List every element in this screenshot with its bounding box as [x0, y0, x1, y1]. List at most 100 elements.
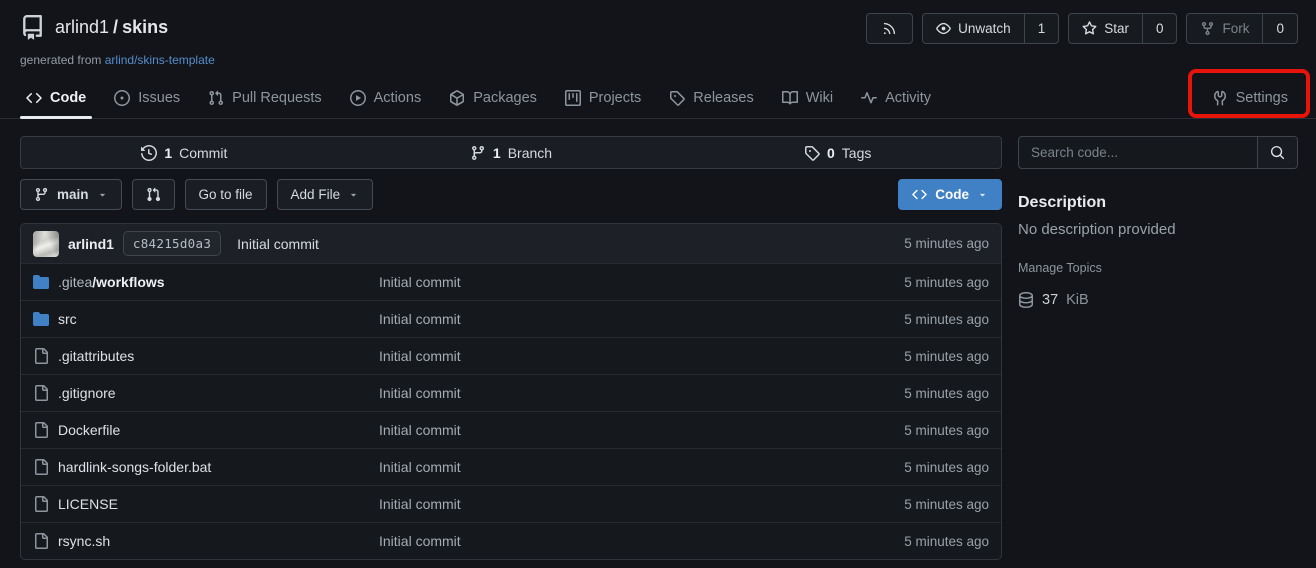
row-commit-time: 5 minutes ago: [904, 534, 989, 549]
commits-count: 1: [164, 145, 172, 161]
row-commit-time: 5 minutes ago: [904, 349, 989, 364]
tab-releases[interactable]: Releases: [655, 77, 767, 118]
file-name: LICENSE: [58, 496, 118, 512]
file-link[interactable]: rsync.sh: [33, 533, 379, 549]
code-search-box: [1018, 136, 1298, 169]
file-link[interactable]: src: [33, 311, 379, 327]
repo-action-buttons: Unwatch 1 Star 0 Fork: [866, 13, 1298, 44]
add-file-button[interactable]: Add File: [277, 179, 374, 210]
repo-stats-bar: 1 Commit 1 Branch 0 Tags: [20, 136, 1002, 169]
file-link[interactable]: hardlink-songs-folder.bat: [33, 459, 379, 475]
file-name: rsync.sh: [58, 533, 110, 549]
unwatch-button[interactable]: Unwatch: [923, 14, 1024, 43]
commit-time: 5 minutes ago: [904, 236, 989, 251]
forks-count[interactable]: 0: [1262, 14, 1297, 43]
history-icon: [141, 145, 157, 161]
repo-owner-link[interactable]: arlind1: [55, 17, 109, 37]
search-icon: [1270, 145, 1285, 160]
branches-label: Branch: [508, 145, 552, 161]
branch-selector-button[interactable]: main: [20, 179, 122, 210]
repo-size-value: 37: [1042, 292, 1058, 308]
title-slash: /: [113, 17, 118, 37]
row-commit-message[interactable]: Initial commit: [379, 311, 904, 327]
commits-stat[interactable]: 1 Commit: [21, 145, 348, 161]
tab-issues[interactable]: Issues: [100, 77, 194, 118]
rss-button[interactable]: [867, 14, 912, 43]
tab-pull-requests-label: Pull Requests: [232, 90, 321, 106]
row-commit-message[interactable]: Initial commit: [379, 348, 904, 364]
file-link[interactable]: .gitignore: [33, 385, 379, 401]
code-download-button[interactable]: Code: [898, 179, 1002, 210]
row-commit-message[interactable]: Initial commit: [379, 533, 904, 549]
row-commit-time: 5 minutes ago: [904, 312, 989, 327]
file-icon: [33, 348, 49, 364]
file-name: hardlink-songs-folder.bat: [58, 459, 211, 475]
table-row: .gitea/workflows Initial commit 5 minute…: [21, 263, 1001, 300]
repo-name-link[interactable]: skins: [122, 17, 168, 37]
file-name: .gitignore: [58, 385, 116, 401]
repo-book-icon: [20, 15, 45, 40]
file-link[interactable]: Dockerfile: [33, 422, 379, 438]
tab-code[interactable]: Code: [12, 77, 100, 118]
search-button[interactable]: [1257, 137, 1297, 168]
star-icon: [1082, 21, 1097, 36]
repo-nav-tabs: Code Issues Pull Requests Actions Packag…: [0, 77, 1316, 119]
unwatch-label: Unwatch: [958, 21, 1011, 36]
commit-hash-badge[interactable]: c84215d0a3: [123, 231, 221, 256]
fork-button-group: Fork 0: [1186, 13, 1298, 44]
generated-from-line: generated from arlind/skins-template: [20, 53, 1298, 67]
watchers-count[interactable]: 1: [1024, 14, 1059, 43]
tab-activity[interactable]: Activity: [847, 77, 945, 118]
tab-packages[interactable]: Packages: [435, 77, 551, 118]
fork-icon: [1200, 21, 1215, 36]
stars-count[interactable]: 0: [1142, 14, 1177, 43]
compare-button[interactable]: [132, 179, 175, 210]
table-row: .gitignore Initial commit 5 minutes ago: [21, 374, 1001, 411]
row-commit-message[interactable]: Initial commit: [379, 274, 904, 290]
eye-icon: [936, 21, 951, 36]
rss-button-group: [866, 13, 913, 44]
table-row: LICENSE Initial commit 5 minutes ago: [21, 485, 1001, 522]
tab-settings[interactable]: Settings: [1198, 77, 1302, 118]
pull-request-icon: [208, 90, 224, 106]
tab-projects[interactable]: Projects: [551, 77, 655, 118]
tag-icon: [804, 145, 820, 161]
tags-stat[interactable]: 0 Tags: [674, 145, 1001, 161]
go-to-file-button[interactable]: Go to file: [185, 179, 267, 210]
branches-count: 1: [493, 145, 501, 161]
branches-stat[interactable]: 1 Branch: [348, 145, 675, 161]
folder-icon: [33, 311, 49, 327]
table-row: src Initial commit 5 minutes ago: [21, 300, 1001, 337]
description-title: Description: [1018, 194, 1298, 212]
commit-message-link[interactable]: Initial commit: [237, 236, 319, 252]
tab-wiki-label: Wiki: [806, 90, 833, 106]
template-repo-link[interactable]: arlind/skins-template: [105, 53, 215, 67]
file-link[interactable]: .gitattributes: [33, 348, 379, 364]
row-commit-message[interactable]: Initial commit: [379, 459, 904, 475]
star-button[interactable]: Star: [1069, 14, 1142, 43]
file-link[interactable]: .gitea/workflows: [33, 274, 379, 290]
file-name: src: [58, 311, 77, 327]
row-commit-message[interactable]: Initial commit: [379, 422, 904, 438]
generated-from-text: generated from: [20, 53, 101, 67]
tab-wiki[interactable]: Wiki: [768, 77, 847, 118]
tab-actions[interactable]: Actions: [336, 77, 436, 118]
file-icon: [33, 385, 49, 401]
row-commit-message[interactable]: Initial commit: [379, 385, 904, 401]
chevron-down-icon: [348, 189, 359, 200]
repo-size-unit: KiB: [1066, 292, 1089, 308]
latest-commit-row: arlind1 c84215d0a3 Initial commit 5 minu…: [21, 224, 1001, 263]
tab-releases-label: Releases: [693, 90, 753, 106]
tab-pull-requests[interactable]: Pull Requests: [194, 77, 335, 118]
tab-settings-label: Settings: [1236, 90, 1288, 106]
fork-button[interactable]: Fork: [1187, 14, 1262, 43]
repo-sidebar: Description No description provided Mana…: [1018, 136, 1298, 308]
commit-author-link[interactable]: arlind1: [68, 236, 114, 252]
row-commit-time: 5 minutes ago: [904, 386, 989, 401]
file-link[interactable]: LICENSE: [33, 496, 379, 512]
avatar[interactable]: [33, 231, 59, 257]
row-commit-time: 5 minutes ago: [904, 497, 989, 512]
row-commit-message[interactable]: Initial commit: [379, 496, 904, 512]
search-input[interactable]: [1019, 137, 1257, 168]
manage-topics-link[interactable]: Manage Topics: [1018, 261, 1298, 275]
